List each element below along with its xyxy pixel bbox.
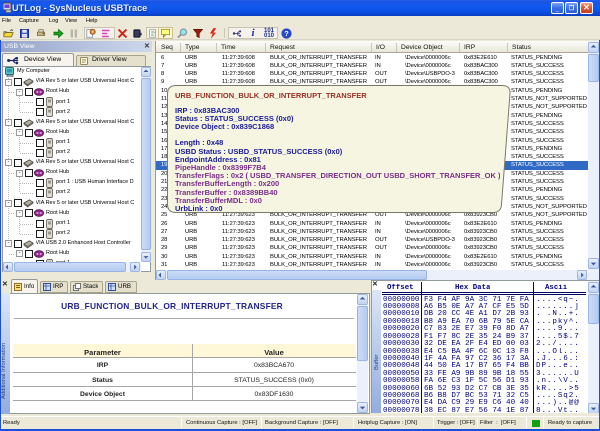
svg-text:?: ? [284, 29, 289, 38]
